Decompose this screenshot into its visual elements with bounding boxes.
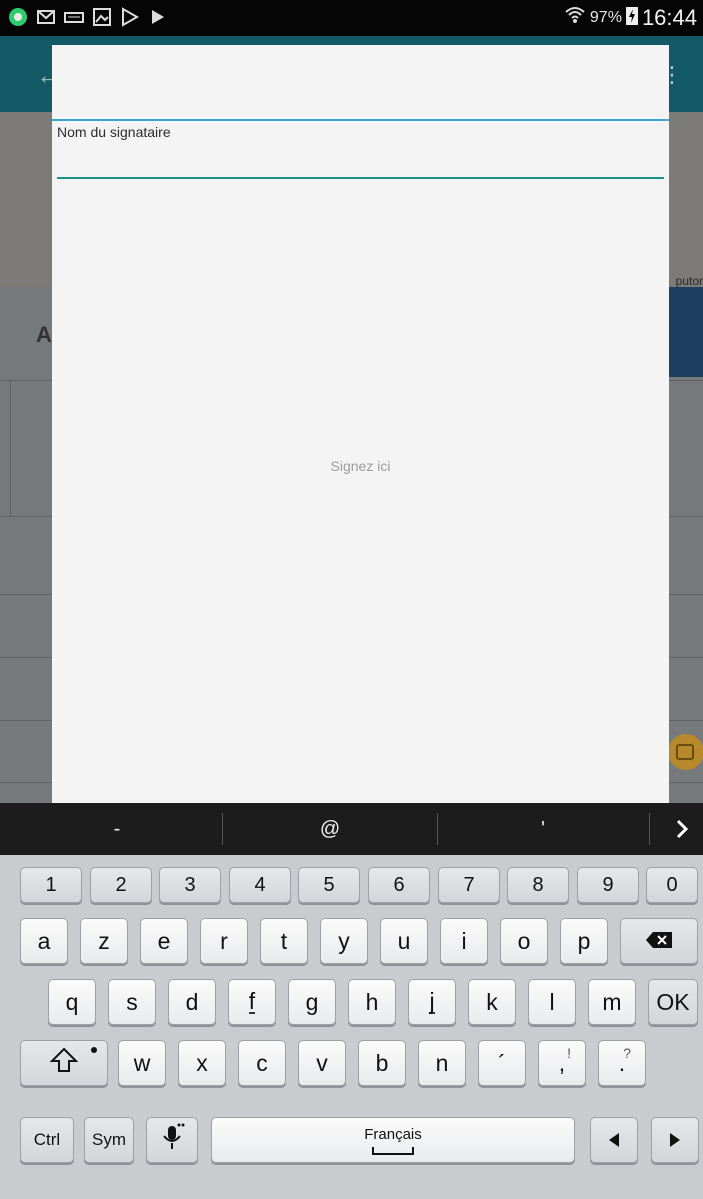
key-8[interactable]: 8 — [507, 867, 569, 903]
key-comma-label: , — [558, 1049, 566, 1076]
key-j[interactable]: j — [408, 979, 456, 1025]
suggestion-bar: - @ ' — [0, 803, 703, 855]
battery-percent: 97% — [589, 8, 622, 26]
cursor-right-key[interactable] — [651, 1117, 699, 1163]
key-comma[interactable]: , ! — [538, 1040, 586, 1086]
key-2[interactable]: 2 — [90, 867, 152, 903]
key-9[interactable]: 9 — [577, 867, 639, 903]
backspace-icon — [645, 928, 673, 955]
suggestion-item[interactable]: @ — [223, 803, 437, 855]
key-g[interactable]: g — [288, 979, 336, 1025]
divider — [10, 381, 11, 516]
backspace-key[interactable] — [620, 918, 698, 964]
key-m[interactable]: m — [588, 979, 636, 1025]
keyboard-icon — [64, 7, 84, 27]
signer-name-input[interactable] — [57, 145, 664, 179]
key-y[interactable]: y — [320, 918, 368, 964]
key-s[interactable]: s — [108, 979, 156, 1025]
chevron-right-icon[interactable] — [662, 803, 702, 855]
ctrl-key[interactable]: Ctrl — [20, 1117, 74, 1163]
key-6[interactable]: 6 — [368, 867, 430, 903]
key-1[interactable]: 1 — [20, 867, 82, 903]
keyboard: 1 2 3 4 5 6 7 8 9 0 a z e r t y u i o p … — [0, 855, 703, 1199]
android-notification-icon — [8, 7, 28, 27]
key-p[interactable]: p — [560, 918, 608, 964]
play-store-icon — [120, 7, 140, 27]
key-v[interactable]: v — [298, 1040, 346, 1086]
sym-key[interactable]: Sym — [84, 1117, 134, 1163]
arrow-right-icon — [668, 1127, 682, 1154]
space-key-label: Français — [364, 1125, 422, 1143]
signature-dialog: Nom du signataire Signez ici — [52, 45, 669, 803]
key-0[interactable]: 0 — [646, 867, 698, 903]
shift-key[interactable] — [20, 1040, 108, 1086]
key-i[interactable]: i — [440, 918, 488, 964]
key-q[interactable]: q — [48, 979, 96, 1025]
key-n[interactable]: n — [418, 1040, 466, 1086]
space-icon — [372, 1146, 414, 1155]
signature-hint: Signez ici — [330, 458, 391, 474]
key-e[interactable]: e — [140, 918, 188, 964]
microphone-icon — [159, 1122, 185, 1158]
key-h[interactable]: h — [348, 979, 396, 1025]
image-icon — [92, 7, 112, 27]
key-o[interactable]: o — [500, 918, 548, 964]
key-c[interactable]: c — [238, 1040, 286, 1086]
divider — [649, 813, 650, 845]
key-f[interactable]: f — [228, 979, 276, 1025]
key-d[interactable]: d — [168, 979, 216, 1025]
battery-charging-icon — [625, 5, 638, 30]
key-t[interactable]: t — [260, 918, 308, 964]
key-k[interactable]: k — [468, 979, 516, 1025]
signature-pad[interactable] — [52, 185, 669, 803]
key-f-label: f — [248, 988, 256, 1014]
key-b[interactable]: b — [358, 1040, 406, 1086]
signer-name-label: Nom du signataire — [57, 124, 171, 140]
key-w[interactable]: w — [118, 1040, 166, 1086]
shift-icon — [49, 1047, 79, 1079]
background-blue-panel — [668, 287, 703, 377]
wifi-icon — [564, 4, 586, 31]
key-3[interactable]: 3 — [159, 867, 221, 903]
key-j-label: j — [429, 988, 435, 1014]
cursor-left-key[interactable] — [590, 1117, 638, 1163]
key-z[interactable]: z — [80, 918, 128, 964]
key-7[interactable]: 7 — [438, 867, 500, 903]
key-5[interactable]: 5 — [298, 867, 360, 903]
status-bar: 97% 16:44 — [0, 0, 703, 36]
key-u[interactable]: u — [380, 918, 428, 964]
mic-key[interactable] — [146, 1117, 198, 1163]
background-banner-text: putor — [675, 274, 703, 288]
shift-indicator — [91, 1047, 97, 1053]
fab-icon — [676, 744, 694, 760]
dialog-divider — [52, 119, 669, 121]
key-4[interactable]: 4 — [229, 867, 291, 903]
key-period-alt: ? — [623, 1045, 631, 1061]
key-a[interactable]: a — [20, 918, 68, 964]
suggestion-item[interactable]: ' — [438, 803, 648, 855]
arrow-left-icon — [607, 1127, 621, 1154]
space-key[interactable]: Français — [211, 1117, 575, 1163]
play-icon — [148, 7, 168, 27]
clock: 16:44 — [641, 4, 697, 30]
key-l[interactable]: l — [528, 979, 576, 1025]
suggestion-item[interactable]: - — [12, 803, 222, 855]
key-r[interactable]: r — [200, 918, 248, 964]
key-acute[interactable]: ´ — [478, 1040, 526, 1086]
ok-key[interactable]: OK — [648, 979, 698, 1025]
message-icon — [36, 7, 56, 27]
key-x[interactable]: x — [178, 1040, 226, 1086]
key-period[interactable]: . ? — [598, 1040, 646, 1086]
key-comma-alt: ! — [567, 1045, 571, 1061]
